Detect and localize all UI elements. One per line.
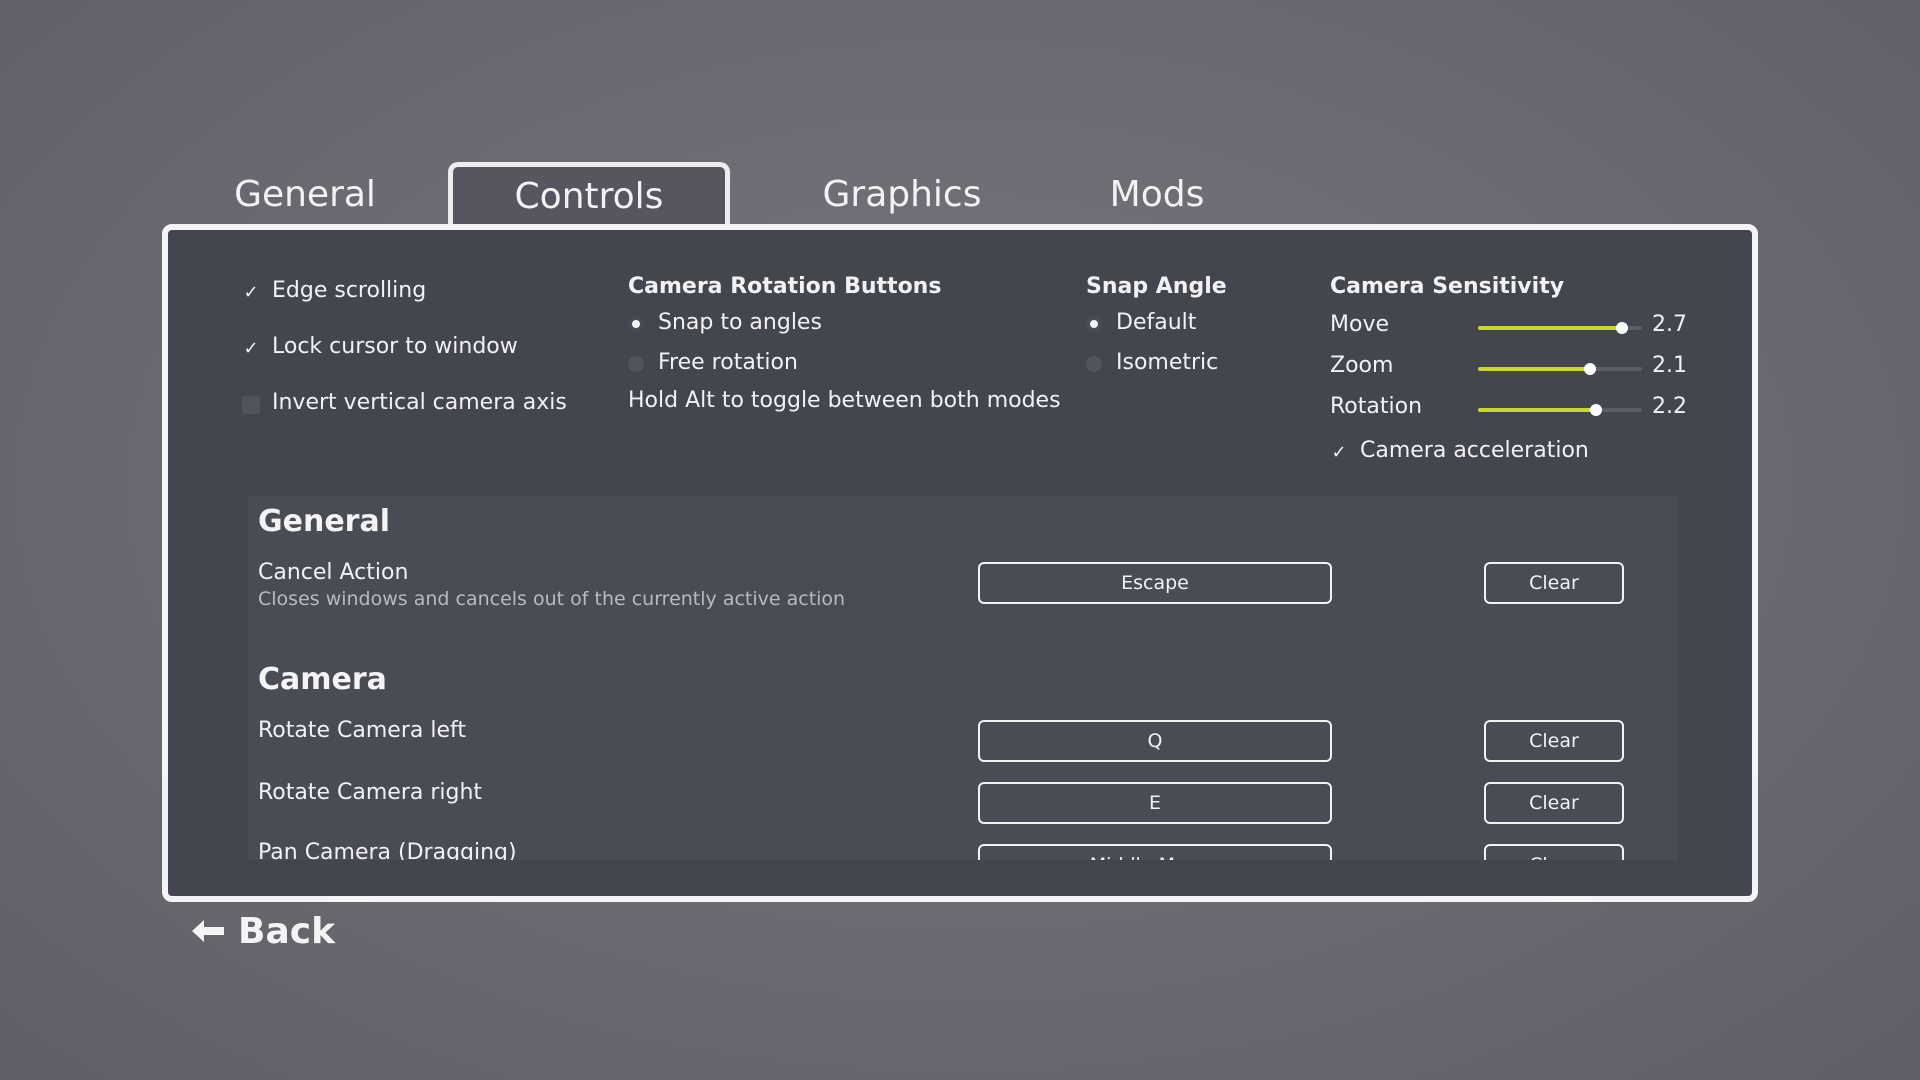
radio-selected-icon: [1086, 316, 1102, 332]
cancel-action-description: Closes windows and cancels out of the cu…: [258, 588, 846, 610]
snap-default-option[interactable]: Default: [1086, 310, 1286, 340]
edge-scrolling-label: Edge scrolling: [272, 278, 427, 303]
snap-isometric-option[interactable]: Isometric: [1086, 350, 1286, 380]
snap-isometric-label: Isometric: [1116, 350, 1219, 375]
camera-acceleration-label: Camera acceleration: [1360, 438, 1589, 463]
back-button[interactable]: Back: [192, 906, 335, 956]
move-slider-knob[interactable]: [1616, 322, 1629, 334]
tab-controls[interactable]: Controls: [448, 162, 730, 228]
checkmark-icon: ✓: [243, 338, 259, 359]
rotation-slider[interactable]: [1478, 404, 1642, 416]
snap-to-angles-option[interactable]: Snap to angles: [628, 310, 928, 340]
camera-sensitivity-heading: Camera Sensitivity: [1330, 274, 1565, 299]
tab-mods[interactable]: Mods: [1042, 162, 1272, 228]
move-slider-fill: [1478, 326, 1623, 330]
radio-unselected-icon: [1086, 356, 1102, 372]
rotation-mode-hint: Hold Alt to toggle between both modes: [628, 388, 1061, 413]
snap-angle-heading: Snap Angle: [1086, 274, 1227, 299]
settings-tabs: General Controls Graphics Mods: [162, 162, 1262, 228]
rotation-label: Rotation: [1330, 394, 1423, 419]
rotation-slider-knob[interactable]: [1590, 404, 1603, 416]
snap-to-angles-label: Snap to angles: [658, 310, 822, 335]
cancel-action-key-button[interactable]: Escape: [978, 562, 1332, 604]
cancel-action-clear-button[interactable]: Clear: [1484, 562, 1624, 604]
radio-unselected-icon: [628, 356, 644, 372]
zoom-slider[interactable]: [1478, 363, 1642, 375]
camera-rotation-heading: Camera Rotation Buttons: [628, 274, 942, 299]
edge-scrolling-option[interactable]: ✓ Edge scrolling: [242, 278, 582, 308]
camera-acceleration-option[interactable]: ✓ Camera acceleration: [1330, 438, 1630, 468]
rotation-slider-fill: [1478, 408, 1597, 412]
move-value: 2.7: [1652, 312, 1687, 337]
lock-cursor-label: Lock cursor to window: [272, 334, 518, 359]
cancel-action-name: Cancel Action: [258, 560, 409, 585]
keybind-list[interactable]: General Cancel Action Closes windows and…: [248, 496, 1678, 860]
rotate-right-name: Rotate Camera right: [258, 780, 483, 805]
move-slider[interactable]: [1478, 322, 1642, 334]
back-label: Back: [238, 910, 336, 952]
checkmark-icon: ✓: [243, 282, 259, 303]
unchecked-box-icon: [242, 396, 260, 414]
snap-default-label: Default: [1116, 310, 1197, 335]
pan-camera-clear-button[interactable]: Clear: [1484, 844, 1624, 860]
tab-general[interactable]: General: [162, 162, 448, 228]
camera-section-title: Camera: [258, 662, 387, 697]
lock-cursor-option[interactable]: ✓ Lock cursor to window: [242, 334, 582, 364]
zoom-label: Zoom: [1330, 353, 1394, 378]
pan-camera-name: Pan Camera (Dragging): [258, 840, 517, 860]
free-rotation-label: Free rotation: [658, 350, 798, 375]
zoom-value: 2.1: [1652, 353, 1687, 378]
zoom-slider-knob[interactable]: [1583, 363, 1596, 375]
free-rotation-option[interactable]: Free rotation: [628, 350, 928, 380]
move-label: Move: [1330, 312, 1389, 337]
rotate-right-clear-button[interactable]: Clear: [1484, 782, 1624, 824]
invert-vertical-option[interactable]: Invert vertical camera axis: [242, 390, 582, 420]
checkmark-icon: ✓: [1331, 442, 1347, 463]
radio-selected-icon: [628, 316, 644, 332]
pan-camera-key-button[interactable]: Middle Mouse: [978, 844, 1332, 860]
tab-graphics[interactable]: Graphics: [762, 162, 1042, 228]
rotate-left-clear-button[interactable]: Clear: [1484, 720, 1624, 762]
zoom-slider-fill: [1478, 367, 1590, 371]
rotation-value: 2.2: [1652, 394, 1687, 419]
invert-vertical-label: Invert vertical camera axis: [272, 390, 567, 415]
controls-panel: ✓ Edge scrolling ✓ Lock cursor to window…: [162, 224, 1758, 902]
rotate-left-name: Rotate Camera left: [258, 718, 466, 743]
arrow-left-icon: [192, 920, 224, 942]
rotate-left-key-button[interactable]: Q: [978, 720, 1332, 762]
general-section-title: General: [258, 504, 390, 539]
rotate-right-key-button[interactable]: E: [978, 782, 1332, 824]
